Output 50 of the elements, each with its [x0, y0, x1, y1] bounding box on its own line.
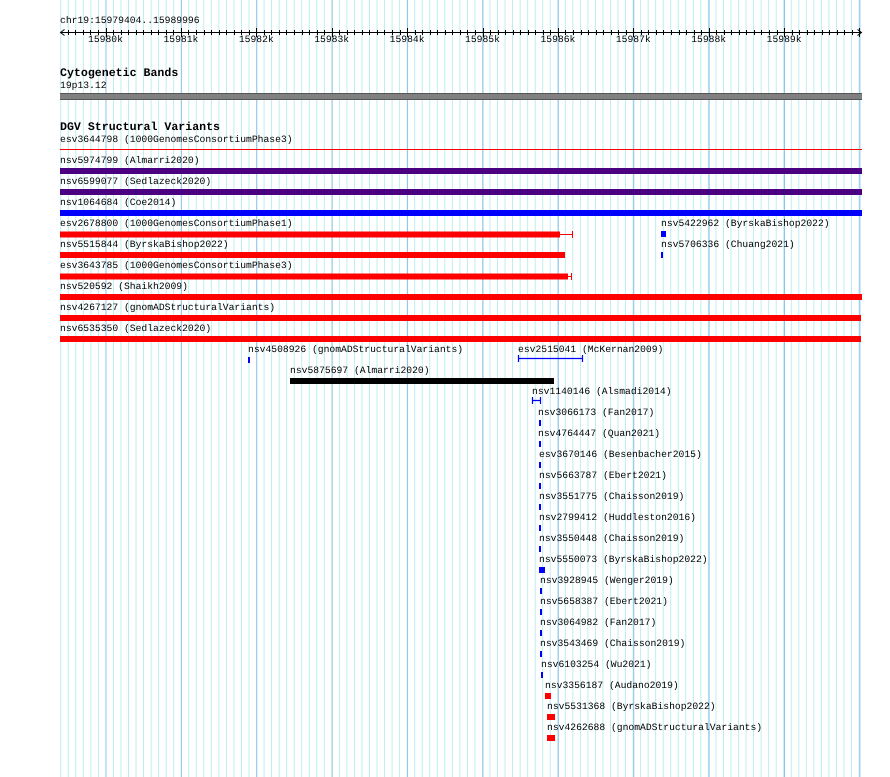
location-label: chr19:15979404..15989996 — [60, 15, 200, 27]
variant-label[interactable]: nsv5974799 (Almarri2020) — [60, 155, 200, 167]
tick-label: 15982k — [238, 34, 274, 46]
variant-label[interactable]: esv3643785 (1000GenomesConsortiumPhase3) — [60, 260, 293, 272]
variant-label[interactable]: esv3670146 (Besenbacher2015) — [539, 449, 702, 461]
variant-label[interactable]: nsv1064684 (Coe2014) — [60, 197, 176, 209]
variant-label[interactable]: nsv3356187 (Audano2019) — [545, 680, 679, 692]
variant-label[interactable]: nsv6103254 (Wu2021) — [541, 659, 652, 671]
variant-label[interactable]: nsv5550073 (ByrskaBishop2022) — [539, 554, 708, 566]
variant-label[interactable]: esv3644798 (1000GenomesConsortiumPhase3) — [60, 134, 293, 146]
tick-label: 15985k — [465, 34, 500, 46]
tick-label: 15984k — [390, 34, 425, 46]
variant-label[interactable]: nsv2799412 (Huddleston2016) — [539, 512, 696, 524]
tick-label: 15987k — [616, 34, 651, 46]
variant-label[interactable]: nsv3543469 (Chaisson2019) — [540, 638, 686, 650]
variant-bar[interactable] — [532, 397, 541, 404]
variant-bar[interactable] — [60, 231, 573, 238]
variant-label[interactable]: nsv3551775 (Chaisson2019) — [539, 491, 684, 503]
variant-label[interactable]: nsv1140146 (Alsmadi2014) — [532, 386, 672, 398]
variant-label[interactable]: nsv4508926 (gnomADStructuralVariants) — [248, 344, 464, 356]
track-title: DGV Structural Variants — [60, 121, 220, 134]
variant-label[interactable]: nsv6535350 (Sedlazeck2020) — [60, 323, 212, 335]
variant-bar[interactable] — [60, 273, 572, 280]
variant-label[interactable]: nsv5658387 (Ebert2021) — [540, 596, 668, 608]
variant-label[interactable]: nsv5663787 (Ebert2021) — [539, 470, 667, 482]
variant-label[interactable]: nsv3064982 (Fan2017) — [540, 617, 656, 629]
variant-label[interactable]: nsv5515844 (ByrskaBishop2022) — [60, 239, 229, 251]
band-label: 19p13.12 — [60, 80, 107, 92]
variant-label[interactable]: nsv4262688 (gnomADStructuralVariants) — [547, 722, 762, 734]
tick-label: 15989k — [766, 34, 802, 46]
variant-label[interactable]: esv2678800 (1000GenomesConsortiumPhase1) — [60, 218, 293, 230]
tick-label: 15988k — [691, 34, 726, 46]
variant-label[interactable]: nsv5706336 (Chuang2021) — [661, 239, 795, 251]
variant-label[interactable]: nsv4764447 (Quan2021) — [538, 428, 660, 440]
variant-label[interactable]: nsv5531368 (ByrskaBishop2022) — [547, 701, 716, 713]
tick-label: 15980k — [88, 34, 123, 46]
variant-bar[interactable] — [518, 355, 583, 362]
variant-label[interactable]: nsv3928945 (Wenger2019) — [540, 575, 674, 587]
tick-label: 15986k — [540, 34, 576, 46]
tick-label: 15981k — [163, 34, 198, 46]
variant-label[interactable]: nsv520592 (Shaikh2009) — [60, 281, 188, 293]
variant-label[interactable]: nsv4267127 (gnomADStructuralVariants) — [60, 302, 276, 314]
tick-label: 15983k — [314, 34, 350, 46]
variant-label[interactable]: nsv3550448 (Chaisson2019) — [539, 533, 684, 545]
variant-label[interactable]: esv2515041 (McKernan2009) — [518, 344, 664, 356]
variant-label[interactable]: nsv3066173 (Fan2017) — [538, 407, 654, 419]
variant-label[interactable]: nsv5875697 (Almarri2020) — [290, 365, 430, 377]
track-title: Cytogenetic Bands — [60, 67, 178, 80]
variant-label[interactable]: nsv6599077 (Sedlazeck2020) — [60, 176, 212, 188]
variant-label[interactable]: nsv5422962 (ByrskaBishop2022) — [661, 218, 830, 230]
